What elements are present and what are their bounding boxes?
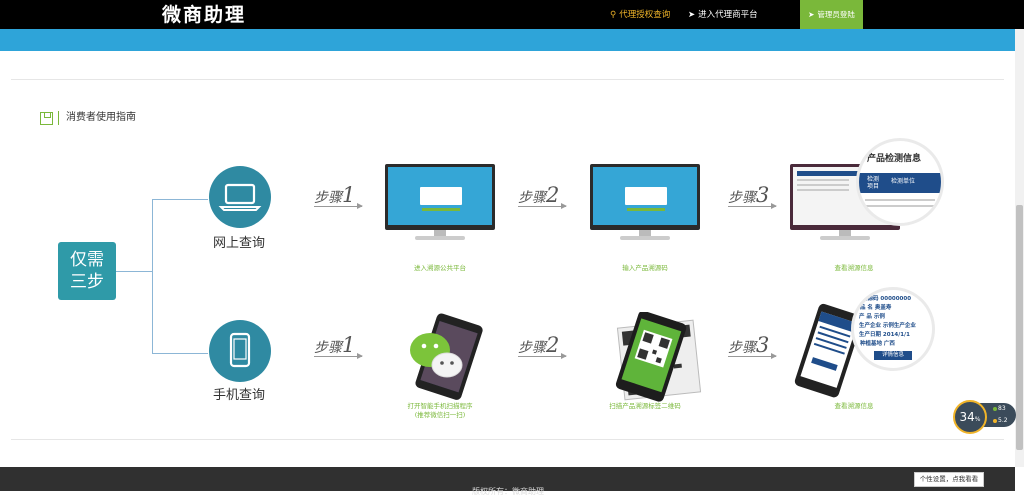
nav-label: 进入代理商平台: [698, 10, 758, 20]
step-word: 步骤: [518, 340, 546, 356]
step-word: 步骤: [518, 190, 546, 206]
phone-icon: [229, 332, 251, 368]
step-number: 2: [546, 183, 560, 207]
step-number: 1: [342, 183, 356, 207]
copyright-text: 版权所有：微商助理: [472, 487, 544, 496]
detail-info-button: 详情信息: [874, 351, 912, 360]
mobile-step-1-label: 步骤1: [314, 333, 363, 359]
search-icon: ⚲: [610, 10, 617, 20]
mobile-step-1-caption: 打开智能手机扫描程序 (推荐微信扫一扫): [385, 402, 495, 420]
top-bar: [0, 0, 1024, 29]
usage-value: 34: [959, 410, 975, 424]
tree-connector: [152, 199, 208, 200]
download-speed: 5.2: [998, 417, 1008, 424]
detail-line: 溯源码 00000000: [862, 296, 912, 302]
phone-wechat-illustration: [410, 313, 483, 400]
online-step-1-caption: 进入溯源公共平台: [414, 264, 466, 272]
mobile-step-3-label: 步骤3: [728, 333, 777, 359]
step-number: 3: [756, 333, 770, 357]
detail-line: 生产日期 2014/1/1: [859, 332, 910, 338]
mobile-step-3-caption: 查看溯源信息: [834, 402, 874, 410]
monitor-base: [620, 236, 670, 240]
admin-login-button[interactable]: ➤ 管理员登陆: [800, 0, 863, 29]
usage-unit: %: [974, 416, 981, 423]
phone-circle: [209, 320, 271, 382]
arrow-icon: [728, 353, 777, 359]
memory-usage-ball[interactable]: 34%: [953, 400, 987, 434]
caption-line: 打开智能手机扫描程序: [407, 402, 473, 410]
caption-line: (推荐微信扫一扫): [414, 411, 466, 419]
online-query-label: 网上查询: [213, 236, 266, 251]
step-word: 步骤: [728, 190, 756, 206]
detail-line: 品 名 奥盖寿: [860, 305, 892, 311]
arrow-icon: [728, 203, 777, 209]
detail-line: 生产企业 示例生产企业: [859, 323, 916, 329]
bookmark-icon: [40, 112, 53, 125]
monitor-base: [820, 236, 870, 240]
platform-screenshot: [593, 167, 697, 225]
badge-line-2: 三步: [70, 272, 104, 292]
badge-line-1: 仅需: [70, 250, 104, 270]
download-indicator-icon: [993, 419, 997, 423]
monitor-screen: [385, 164, 495, 230]
nav-label: 代理授权查询: [619, 10, 671, 20]
step-word: 步骤: [728, 340, 756, 356]
step-word: 步骤: [314, 190, 342, 206]
step-number: 2: [546, 333, 560, 357]
laptop-circle: [209, 166, 271, 228]
mobile-step-2-caption: 扫描产品溯源标签二维码: [609, 402, 681, 410]
detail-cell: 检测项目: [867, 176, 880, 190]
online-step-3-label: 步骤3: [728, 183, 777, 209]
step-word: 步骤: [314, 340, 342, 356]
tree-connector: [152, 199, 153, 354]
online-step-3-caption: 查看溯源信息: [834, 264, 874, 272]
online-step-2-caption: 输入产品溯源码: [622, 264, 668, 272]
zoom-detail-circle: 产品检测信息 检测项目 检测单位: [856, 138, 944, 226]
detail-line: 产 品 示例: [859, 314, 885, 320]
monitor-base: [415, 236, 465, 240]
divider: [11, 439, 1004, 440]
online-step-2-label: 步骤2: [518, 183, 567, 209]
laptop-icon: [218, 183, 262, 211]
upload-indicator-icon: [993, 407, 997, 411]
mobile-step-2-label: 步骤2: [518, 333, 567, 359]
phone-qr-illustration: [615, 312, 702, 402]
detail-cell: 检测单位: [891, 178, 916, 185]
send-icon: ➤: [808, 10, 815, 19]
settings-tooltip[interactable]: 个性设置，点我看看: [914, 472, 984, 487]
mobile-zoom-detail-circle: 溯源码 00000000 品 名 奥盖寿 产 品 示例 生产企业 示例生产企业 …: [851, 287, 935, 371]
monitor-screen: [590, 164, 700, 230]
nav-agent-auth-query[interactable]: ⚲ 代理授权查询: [610, 9, 670, 21]
arrow-icon: [314, 203, 363, 209]
nav-label: 管理员登陆: [817, 10, 855, 19]
platform-screenshot: [388, 167, 492, 225]
title-separator: [58, 111, 59, 125]
tree-connector: [116, 271, 152, 272]
brand-logo[interactable]: 微商助理: [162, 3, 246, 27]
upload-speed: 83: [998, 405, 1006, 412]
arrow-icon: [518, 203, 567, 209]
banner-strip: [0, 29, 1015, 51]
nav-agent-platform[interactable]: ➤ 进入代理商平台: [688, 9, 758, 21]
tree-connector: [152, 353, 208, 354]
scrollbar-thumb[interactable]: [1016, 205, 1023, 450]
only-three-steps-badge: 仅需 三步: [58, 242, 116, 300]
detail-line: 种植基地 广西: [860, 341, 895, 347]
divider: [11, 79, 1004, 80]
online-step-1-label: 步骤1: [314, 183, 363, 209]
arrow-icon: [314, 353, 363, 359]
step-number: 3: [756, 183, 770, 207]
section-title: 消费者使用指南: [66, 112, 136, 123]
send-icon: ➤: [688, 10, 696, 20]
mobile-query-label: 手机查询: [213, 388, 266, 403]
arrow-icon: [518, 353, 567, 359]
detail-title: 产品检测信息: [867, 154, 922, 164]
step-number: 1: [342, 333, 356, 357]
